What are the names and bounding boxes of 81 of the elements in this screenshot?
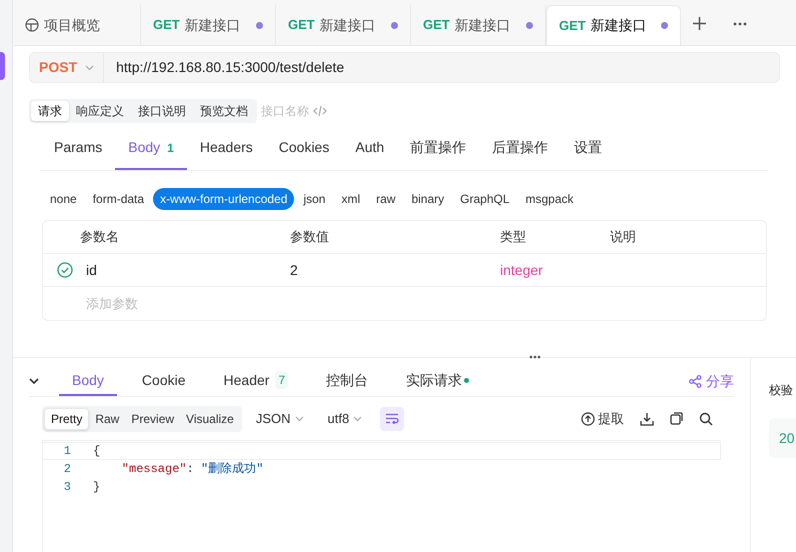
column-header: 参数名 (80, 228, 120, 246)
request-tab[interactable]: GET 新建接口 (141, 5, 276, 45)
format-select[interactable]: JSON (256, 408, 304, 428)
tab-title: 新建接口 (184, 16, 241, 34)
share-button[interactable]: 分享 (689, 370, 734, 392)
request-tab[interactable]: GET 新建接口 (546, 5, 681, 45)
column-header: 类型 (500, 228, 527, 246)
request-section-tab[interactable]: Auth (342, 137, 398, 170)
body-type-option[interactable]: xml (334, 188, 368, 210)
request-section-tab[interactable]: Headers (186, 137, 266, 170)
table-cell-text: 2 (290, 260, 299, 280)
search-icon[interactable] (699, 412, 713, 426)
panel-title: 校验 (769, 383, 793, 397)
upload-icon (581, 412, 595, 426)
method-label: GET (559, 16, 586, 35)
doc-tab[interactable]: 接口说明 (131, 101, 193, 121)
doc-tab[interactable]: 响应定义 (69, 101, 131, 121)
copy-icon[interactable] (670, 412, 683, 425)
extract-button[interactable]: 提取 (581, 408, 624, 428)
encoding-select[interactable]: utf8 (328, 408, 362, 428)
body-type-option[interactable]: binary (404, 188, 452, 210)
response-tab[interactable]: Header 7 (210, 366, 302, 396)
wrap-icon (385, 413, 400, 424)
doc-tab[interactable]: 预览文档 (193, 101, 255, 121)
tab-title: 新建接口 (590, 16, 647, 35)
request-section-tab[interactable]: 设置 (561, 137, 616, 170)
wrap-toggle[interactable] (380, 406, 404, 430)
tab-title: 新建接口 (320, 16, 376, 34)
method-label: GET (423, 16, 450, 34)
response-tab[interactable]: 实际请求 (393, 366, 482, 396)
view-mode-tab[interactable]: Preview (125, 408, 180, 430)
line-number: 1 (62, 443, 72, 460)
add-icon[interactable] (693, 17, 706, 30)
body-type-option[interactable]: msgpack (518, 188, 581, 210)
table-cell-text: id (86, 260, 98, 280)
sidebar-marker (0, 52, 5, 80)
line-number: 3 (62, 479, 72, 496)
view-mode-tab[interactable]: Raw (89, 408, 126, 430)
chevron-icon (353, 416, 362, 422)
overview-icon (25, 18, 39, 32)
response-tab[interactable]: Body (59, 366, 117, 396)
line-number: 2 (62, 461, 72, 478)
collapse-icon[interactable] (29, 378, 39, 384)
body-type-option[interactable]: json (296, 188, 332, 210)
request-tab[interactable]: GET 新建接口 (276, 5, 411, 45)
response-tab[interactable]: Cookie (128, 366, 199, 396)
code-line: } (92, 479, 100, 496)
method-label: GET (153, 16, 180, 34)
request-section-tab[interactable]: Params (41, 137, 116, 170)
code-line: { (92, 443, 100, 460)
column-header: 参数值 (290, 228, 330, 246)
view-mode-tab[interactable]: Visualize (180, 408, 240, 430)
body-type-option[interactable]: form-data (86, 188, 152, 210)
view-mode-tab[interactable]: Pretty (44, 408, 90, 430)
status-code: 20 (779, 428, 795, 448)
request-tab[interactable]: 项目概览 (13, 5, 141, 45)
method-label: GET (288, 16, 315, 34)
chevron-icon (85, 64, 94, 70)
count-badge: 7 (275, 371, 288, 389)
request-section-tab[interactable]: 后置操作 (479, 137, 562, 170)
response-tab[interactable]: 控制台 (313, 366, 382, 396)
tab-title: 新建接口 (454, 16, 511, 34)
drag-handle-icon[interactable] (529, 355, 541, 359)
doc-tab[interactable]: 请求 (31, 101, 69, 121)
more-icon[interactable] (733, 22, 747, 26)
enabled-checkbox[interactable] (56, 262, 72, 278)
request-section-tab[interactable]: 前置操作 (397, 137, 480, 170)
table-cell-text: integer (500, 260, 544, 280)
count-label: 1 (167, 140, 174, 156)
download-icon[interactable] (640, 412, 654, 426)
body-type-option[interactable]: raw (369, 188, 402, 210)
url-input[interactable]: http://192.168.80.15:3000/test/delete (104, 57, 356, 78)
share-icon (689, 374, 702, 388)
request-section-tab[interactable]: Cookies (266, 137, 342, 170)
chevron-icon (294, 416, 304, 422)
column-header: 说明 (610, 228, 637, 246)
body-type-option[interactable]: x-www-form-urlencoded (153, 188, 294, 210)
code-line: "message": "删除成功" (120, 461, 264, 478)
request-section-tab[interactable]: Body 1 (115, 137, 187, 170)
body-type-option[interactable]: GraphQL (453, 188, 517, 210)
body-type-option[interactable]: none (43, 188, 84, 210)
